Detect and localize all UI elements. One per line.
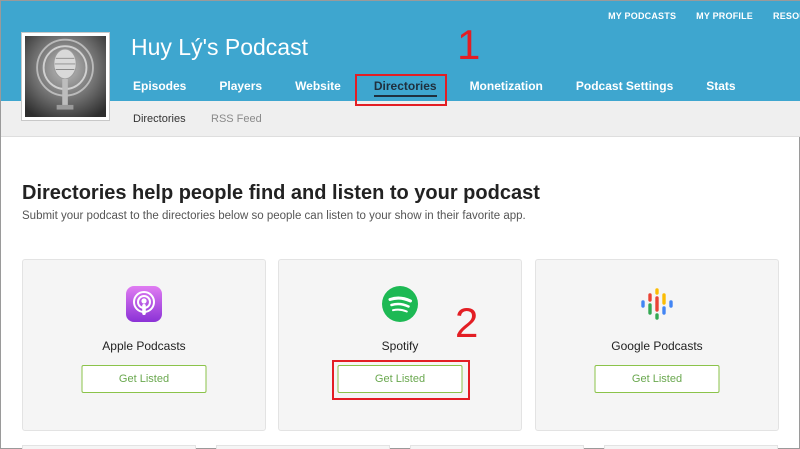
get-listed-button-apple-podcasts[interactable]: Get Listed [81,365,207,393]
tab-monetization[interactable]: Monetization [470,79,543,97]
main-tabs: Episodes Players Website Directories Mon… [133,79,769,97]
annotation-number-2: 2 [455,299,479,346]
subtab-directories[interactable]: Directories [133,113,186,125]
top-nav: MY PODCASTS MY PROFILE RESOU [608,11,800,21]
top-nav-my-podcasts[interactable]: MY PODCASTS [608,11,676,21]
spotify-icon [382,286,418,322]
directory-name-google-podcasts: Google Podcasts [611,339,703,353]
annotation-number-1: 1 [457,21,481,68]
annotation-box-spotify-button [332,360,470,400]
directory-card-next-row-1 [22,445,196,449]
page-headline: Directories help people find and listen … [22,182,540,204]
get-listed-button-google-podcasts[interactable]: Get Listed [594,365,720,393]
directory-card-spotify: Spotify Get Listed [278,259,522,431]
podcast-cover-image [22,33,109,120]
microphone-icon [25,36,106,117]
google-podcasts-icon [639,286,675,322]
directory-card-next-row-4 [604,445,778,449]
directory-card-apple-podcasts: Apple Podcasts Get Listed [22,259,266,431]
top-nav-my-profile[interactable]: MY PROFILE [696,11,753,21]
subtab-rss-feed[interactable]: RSS Feed [211,113,262,125]
directory-name-apple-podcasts: Apple Podcasts [102,339,186,353]
page-subheadline: Submit your podcast to the directories b… [22,210,526,222]
directory-card-google-podcasts: Google Podcasts Get Listed [535,259,779,431]
tab-website[interactable]: Website [295,79,341,97]
podcast-title: Huy Lý's Podcast [131,34,308,60]
tab-podcast-settings[interactable]: Podcast Settings [576,79,673,97]
annotation-box-directories-tab [355,74,447,106]
directory-card-next-row-3 [410,445,584,449]
apple-podcasts-icon [126,286,162,322]
top-nav-resources[interactable]: RESOU [773,11,800,21]
directory-card-next-row-2 [216,445,390,449]
tab-players[interactable]: Players [219,79,262,97]
tab-episodes[interactable]: Episodes [133,79,186,97]
directory-name-spotify: Spotify [381,339,419,353]
tab-stats[interactable]: Stats [706,79,735,97]
sub-nav-bar: Directories RSS Feed [1,101,800,137]
